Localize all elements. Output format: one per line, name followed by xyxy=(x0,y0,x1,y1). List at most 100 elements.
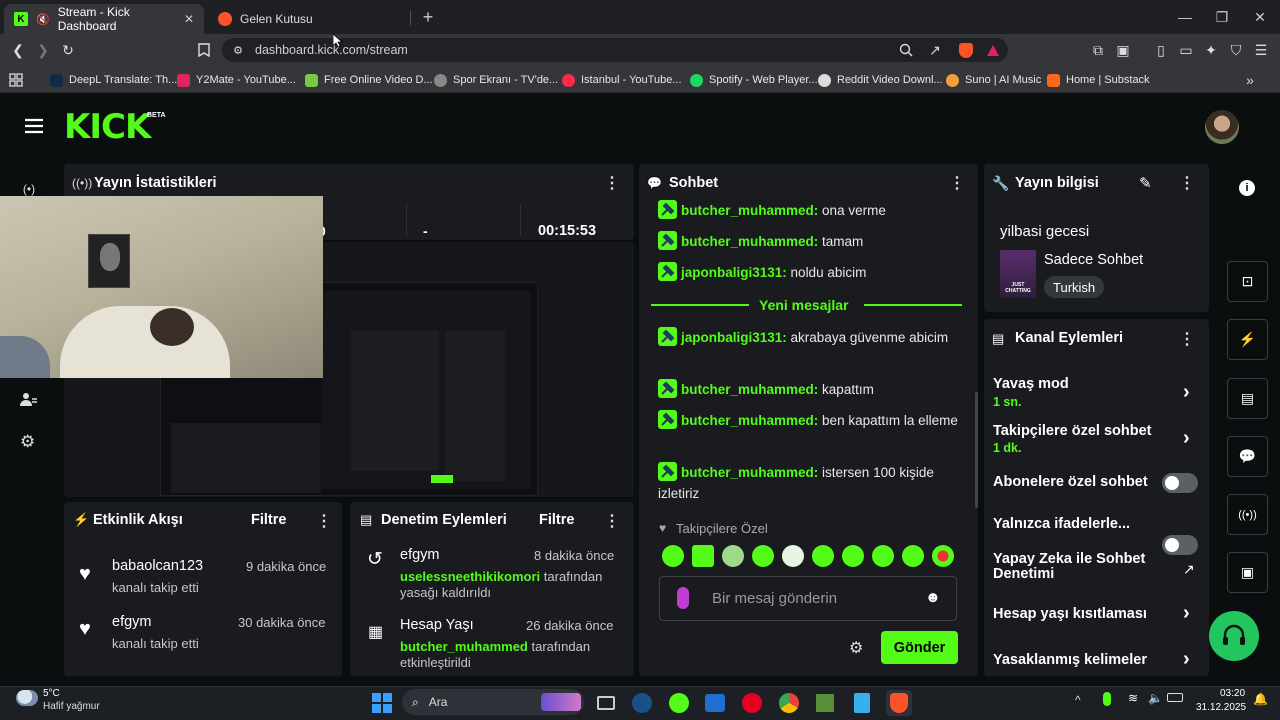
apps-icon[interactable] xyxy=(6,70,26,90)
chat-username[interactable]: japonbaligi3131: xyxy=(681,330,787,345)
chat-username[interactable]: butcher_muhammed: xyxy=(681,413,818,428)
zoom-icon[interactable] xyxy=(896,40,916,60)
tray-overflow-icon[interactable]: ^ xyxy=(1075,693,1081,707)
emote-icon[interactable] xyxy=(782,545,804,567)
banned-words-chevron-icon[interactable]: › xyxy=(1183,648,1190,671)
bookmark-y2mate[interactable]: Y2Mate - YouTube... xyxy=(177,70,296,90)
subscribers-only-toggle[interactable] xyxy=(1162,473,1198,493)
chrome-icon[interactable] xyxy=(776,690,802,716)
moderation-filter-button[interactable]: Filtre xyxy=(539,512,574,528)
screenshot-button[interactable]: ⊡ xyxy=(1227,261,1268,302)
hamburger-menu-icon[interactable] xyxy=(24,118,44,137)
slow-mode-chevron-icon[interactable]: › xyxy=(1183,381,1190,404)
back-icon[interactable]: ❮ xyxy=(8,40,28,60)
close-window-button[interactable]: ✕ xyxy=(1247,6,1273,28)
moderation-menu-icon[interactable]: ⋮ xyxy=(604,511,620,531)
outlook-icon[interactable] xyxy=(702,690,728,716)
weather-description[interactable]: Hafif yağmur xyxy=(43,701,100,712)
category-name[interactable]: Sadece Sohbet xyxy=(1044,252,1143,268)
brave-shields-icon[interactable] xyxy=(956,40,976,60)
kick-logo[interactable]: KICK xyxy=(64,110,151,144)
chat-settings-icon[interactable]: ⚙ xyxy=(849,638,863,658)
mute-icon[interactable]: 🔇 xyxy=(36,13,50,26)
emotes-only-toggle[interactable] xyxy=(1162,535,1198,555)
emote-icon[interactable] xyxy=(902,545,924,567)
chat-username[interactable]: japonbaligi3131: xyxy=(681,265,787,280)
chat-scrollbar[interactable] xyxy=(975,392,978,508)
forward-icon[interactable]: ❯ xyxy=(33,40,53,60)
notification-bell-icon[interactable]: 🔔 xyxy=(1253,692,1268,706)
maximize-button[interactable]: ❐ xyxy=(1209,6,1235,28)
task-view-icon[interactable] xyxy=(593,690,619,716)
reload-icon[interactable]: ↻ xyxy=(58,40,78,60)
moderator-user[interactable]: uselessneethikikomori xyxy=(400,569,540,584)
activity-user[interactable]: efgym xyxy=(112,614,152,630)
pinterest-icon[interactable] xyxy=(739,690,765,716)
kick-app-icon[interactable] xyxy=(666,690,692,716)
clips-button[interactable]: ▣ xyxy=(1227,552,1268,593)
chat-username[interactable]: butcher_muhammed: xyxy=(681,234,818,249)
microphone-icon[interactable] xyxy=(677,587,689,609)
emote-icon[interactable] xyxy=(872,545,894,567)
tab-gelen-kutusu[interactable]: Gelen Kutusu xyxy=(208,4,408,34)
send-button[interactable]: Gönder xyxy=(881,631,958,664)
emote-icon[interactable] xyxy=(932,545,954,567)
minecraft-icon[interactable] xyxy=(812,690,838,716)
share-icon[interactable]: ↗ xyxy=(925,40,945,60)
new-tab-button[interactable]: + xyxy=(415,6,441,28)
emote-icon[interactable] xyxy=(662,545,684,567)
bookmark-suno[interactable]: Suno | AI Music xyxy=(946,70,1041,90)
activity-filter-button[interactable]: Filtre xyxy=(251,512,286,528)
bookmark-icon[interactable] xyxy=(194,40,214,60)
emoji-picker-icon[interactable]: ☻ xyxy=(925,589,941,606)
taskbar-search[interactable]: ⌕ Ara xyxy=(402,689,584,715)
broadcast-button[interactable]: ((•)) xyxy=(1227,494,1268,535)
avatar[interactable] xyxy=(1205,110,1239,144)
extensions-icon[interactable]: ⧉ xyxy=(1088,40,1108,60)
clock-date[interactable]: 31.12.2025 xyxy=(1196,702,1246,713)
notes-button[interactable]: ▤ xyxy=(1227,378,1268,419)
emote-icon[interactable] xyxy=(752,545,774,567)
bookmark-reddit-video[interactable]: Reddit Video Downl... xyxy=(818,70,943,90)
battery-icon[interactable] xyxy=(1167,693,1183,702)
tab-kick-dashboard[interactable]: K 🔇 Stream - Kick Dashboard ✕ xyxy=(4,4,204,34)
windows-start-icon[interactable] xyxy=(369,690,395,716)
more-bookmarks-icon[interactable]: » xyxy=(1240,70,1260,90)
bookmark-free-video[interactable]: Free Online Video D... xyxy=(305,70,433,90)
edit-pencil-icon[interactable]: ✎ xyxy=(1139,174,1152,192)
chat-menu-icon[interactable]: ⋮ xyxy=(949,173,965,193)
bookmark-substack[interactable]: Home | Substack xyxy=(1047,70,1150,90)
reader-mode-icon[interactable]: ▣ xyxy=(1113,40,1133,60)
emote-icon[interactable] xyxy=(842,545,864,567)
volume-icon[interactable]: 🔈 xyxy=(1148,691,1163,705)
channel-actions-menu-icon[interactable]: ⋮ xyxy=(1179,329,1195,349)
bookmark-spor-ekrani[interactable]: Spor Ekranı - TV'de... xyxy=(434,70,558,90)
stats-menu-icon[interactable]: ⋮ xyxy=(604,173,620,193)
emote-icon[interactable] xyxy=(812,545,834,567)
menu-icon[interactable]: ☰ xyxy=(1251,40,1271,60)
weather-temp[interactable]: 5°C xyxy=(43,688,60,699)
quick-actions-button[interactable]: ⚡ xyxy=(1227,319,1268,360)
microphone-tray-icon[interactable] xyxy=(1103,692,1111,706)
brave-taskbar-icon[interactable] xyxy=(886,690,912,716)
stream-info-menu-icon[interactable]: ⋮ xyxy=(1179,173,1195,193)
chat-username[interactable]: butcher_muhammed: xyxy=(681,465,818,480)
chat-popout-button[interactable]: 💬 xyxy=(1227,436,1268,477)
wallet-icon[interactable]: ▭ xyxy=(1176,40,1196,60)
clock-time[interactable]: 03:20 xyxy=(1220,688,1245,699)
steam-icon[interactable] xyxy=(629,690,655,716)
leo-ai-icon[interactable]: ✦ xyxy=(1201,40,1221,60)
minimize-button[interactable]: — xyxy=(1172,6,1198,28)
account-age-chevron-icon[interactable]: › xyxy=(1183,602,1190,625)
support-button[interactable] xyxy=(1209,611,1259,661)
emote-icon[interactable] xyxy=(692,545,714,567)
sidebar-toggle-icon[interactable]: ▯ xyxy=(1151,40,1171,60)
brave-rewards-icon[interactable] xyxy=(983,40,1003,60)
vpn-icon[interactable]: ⛉ xyxy=(1226,40,1246,60)
chat-username[interactable]: butcher_muhammed: xyxy=(681,203,818,218)
chat-username[interactable]: butcher_muhammed: xyxy=(681,382,818,397)
activity-menu-icon[interactable]: ⋮ xyxy=(316,511,332,531)
notepad-icon[interactable] xyxy=(849,690,875,716)
community-nav-icon[interactable] xyxy=(20,392,38,411)
bookmark-istanbul-youtube[interactable]: Istanbul - YouTube... xyxy=(562,70,682,90)
